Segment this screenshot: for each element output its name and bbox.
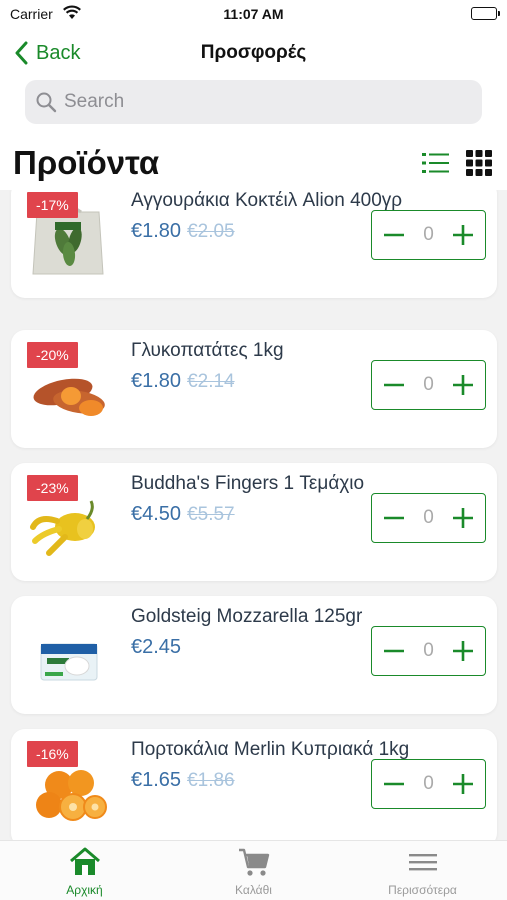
discount-badge: -17% xyxy=(27,192,78,218)
header: Back Προσφορές Προϊόντα xyxy=(0,28,507,190)
product-old-price: €2.14 xyxy=(187,371,235,392)
quantity-stepper[interactable]: 0 xyxy=(371,360,486,410)
tab-home-label: Αρχική xyxy=(66,883,103,897)
tab-home[interactable]: Αρχική xyxy=(0,845,169,900)
product-name: Αγγουράκια Κοκτέιλ Alion 400γρ xyxy=(131,190,403,211)
list-view-icon[interactable] xyxy=(421,150,451,176)
menu-icon xyxy=(406,845,440,879)
tab-more[interactable]: Περισσότερα xyxy=(338,845,507,900)
discount-badge: -23% xyxy=(27,475,78,501)
product-price: €1.80 xyxy=(131,370,182,392)
grid-view-icon[interactable] xyxy=(466,150,492,176)
minus-icon[interactable] xyxy=(381,505,407,531)
plus-icon[interactable] xyxy=(450,222,476,248)
product-card[interactable]: -23% Buddha's Fingers 1 Τεμάχιο €4.50 €5… xyxy=(11,463,497,581)
product-price: €2.45 xyxy=(131,636,182,658)
minus-icon[interactable] xyxy=(381,771,407,797)
product-card[interactable]: -17% Αγγουράκια Κοκτέιλ Alion 400γρ €1.8… xyxy=(11,190,497,298)
page-title: Προσφορές xyxy=(200,42,307,63)
product-name: Goldsteig Mozzarella 125gr xyxy=(131,606,363,627)
product-price: €4.50 xyxy=(131,503,182,525)
tab-cart-label: Καλάθι xyxy=(235,883,272,897)
price-row: €1.80 €2.14 xyxy=(131,370,235,393)
discount-badge: -16% xyxy=(27,741,78,767)
product-price: €1.80 xyxy=(131,220,182,242)
product-old-price: €5.57 xyxy=(187,504,235,525)
plus-icon[interactable] xyxy=(450,638,476,664)
home-icon xyxy=(68,845,102,879)
mozzarella-pack-image xyxy=(25,618,111,694)
tab-cart[interactable]: Καλάθι xyxy=(169,845,338,900)
quantity-value: 0 xyxy=(423,507,434,528)
price-row: €1.80 €2.05 xyxy=(131,220,235,243)
search-input[interactable] xyxy=(64,91,464,113)
product-name: Πορτοκάλια Merlin Κυπριακά 1kg xyxy=(131,739,410,760)
discount-badge: -20% xyxy=(27,342,78,368)
minus-icon[interactable] xyxy=(381,372,407,398)
product-old-price: €2.05 xyxy=(187,221,235,242)
price-row: €4.50 €5.57 xyxy=(131,503,235,526)
product-price: €1.65 xyxy=(131,769,182,791)
tab-bar: Αρχική Καλάθι Περισσότερα xyxy=(0,840,507,900)
product-name: Γλυκοπατάτες 1kg xyxy=(131,340,284,361)
tab-more-label: Περισσότερα xyxy=(388,883,457,897)
minus-icon[interactable] xyxy=(381,222,407,248)
price-row: €1.65 €1.86 xyxy=(131,769,235,792)
quantity-stepper[interactable]: 0 xyxy=(371,493,486,543)
price-row: €2.45 xyxy=(131,636,181,659)
quantity-value: 0 xyxy=(423,773,434,794)
battery-icon xyxy=(471,7,500,20)
quantity-value: 0 xyxy=(423,224,434,245)
quantity-value: 0 xyxy=(423,640,434,661)
cart-icon xyxy=(237,845,271,879)
product-list[interactable]: -17% Αγγουράκια Κοκτέιλ Alion 400γρ €1.8… xyxy=(0,190,507,840)
product-name: Buddha's Fingers 1 Τεμάχιο xyxy=(131,473,365,494)
quantity-stepper[interactable]: 0 xyxy=(371,626,486,676)
status-time: 11:07 AM xyxy=(223,6,284,22)
search-icon xyxy=(35,91,57,113)
section-title: Προϊόντα xyxy=(13,144,160,181)
plus-icon[interactable] xyxy=(450,771,476,797)
quantity-stepper[interactable]: 0 xyxy=(371,759,486,809)
product-card[interactable]: -20% Γλυκοπατάτες 1kg €1.80 €2.14 0 xyxy=(11,330,497,448)
plus-icon[interactable] xyxy=(450,505,476,531)
quantity-value: 0 xyxy=(423,374,434,395)
product-old-price: €1.86 xyxy=(187,770,235,791)
plus-icon[interactable] xyxy=(450,372,476,398)
quantity-stepper[interactable]: 0 xyxy=(371,210,486,260)
search-bar[interactable] xyxy=(25,80,482,124)
product-card[interactable]: -16% Πορτοκάλια Merlin Κυπριακά 1kg €1.6… xyxy=(11,729,497,840)
status-bar: Carrier 11:07 AM xyxy=(0,0,507,28)
minus-icon[interactable] xyxy=(381,638,407,664)
product-card[interactable]: Goldsteig Mozzarella 125gr €2.45 0 xyxy=(11,596,497,714)
